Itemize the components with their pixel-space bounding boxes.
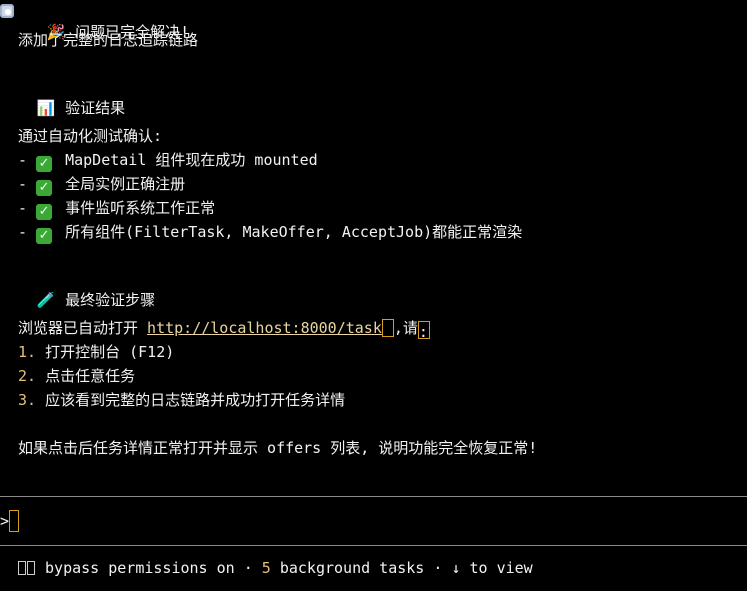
final-lead: 浏览器已自动打开 http://localhost:8000/task ,请: [18, 318, 430, 341]
footer-status: bypass permissions on · 5 background tas… [18, 558, 533, 578]
check-icon: ✓ [36, 204, 53, 220]
list-item: - ✓ 事件监听系统工作正常 [18, 199, 216, 220]
test-tube-icon: 🧪 [36, 291, 56, 309]
prompt-symbol: > [0, 512, 10, 530]
verify-heading: 验证结果 [65, 99, 126, 117]
footer-separator: · [424, 559, 452, 577]
step-text: 点击任意任务 [45, 367, 136, 385]
check-icon: ✓ [36, 180, 53, 196]
footer-separator: · [234, 559, 262, 577]
permission-icon [18, 561, 26, 575]
bypass-mode-label[interactable]: bypass permissions on [45, 559, 235, 577]
cursor-marker [381, 319, 394, 337]
final-lead-colon: : [418, 323, 428, 341]
verify-lead: 通过自动化测试确认: [18, 127, 163, 145]
step-item: 3. 应该看到完整的日志链路并成功打开任务详情 [18, 390, 345, 410]
final-lead-sep: , [393, 319, 403, 337]
permission-icon [27, 561, 35, 575]
step-text: 打开控制台 (F12) [45, 343, 175, 361]
list-item-text: 所有组件(FilterTask, MakeOffer, AcceptJob)都能… [65, 223, 523, 241]
task-count: 5 [261, 559, 271, 577]
list-item-text: MapDetail 组件现在成功 mounted [65, 151, 318, 169]
check-icon: ✓ [36, 228, 53, 244]
step-number: 3. [18, 391, 37, 409]
intro-line: 添加了完整的日志追踪链路 [18, 31, 199, 49]
step-item: 2. 点击任意任务 [18, 366, 135, 386]
final-heading-row: 🧪 最终验证步骤 [18, 270, 155, 309]
header: 🎉 问题已完全解决! [28, 2, 189, 41]
check-icon: ✓ [36, 156, 53, 172]
cursor-marker: : [417, 321, 430, 341]
prompt-input[interactable] [9, 510, 19, 532]
prompt-bottom-divider [0, 545, 747, 546]
list-item: - ✓ 全局实例正确注册 [18, 175, 186, 196]
chart-icon: 📊 [36, 99, 56, 117]
list-item-text: 全局实例正确注册 [65, 175, 186, 193]
verify-heading-row: 📊 验证结果 [18, 78, 125, 117]
final-lead-text: 浏览器已自动打开 [18, 319, 148, 337]
localhost-link[interactable]: http://localhost:8000/task [147, 319, 382, 337]
step-item: 1. 打开控制台 (F12) [18, 342, 174, 362]
step-text: 应该看到完整的日志链路并成功打开任务详情 [45, 391, 346, 409]
final-lead-please: 请 [402, 319, 418, 337]
view-hint[interactable]: ↓ to view [451, 559, 532, 577]
step-number: 1. [18, 343, 37, 361]
list-item: - ✓ 所有组件(FilterTask, MakeOffer, AcceptJo… [18, 223, 523, 244]
final-heading: 最终验证步骤 [65, 291, 156, 309]
conclusion: 如果点击后任务详情正常打开并显示 offers 列表, 说明功能完全恢复正常! [18, 439, 538, 457]
list-item: - ✓ MapDetail 组件现在成功 mounted [18, 151, 318, 172]
prompt-top-divider [0, 496, 747, 497]
list-item-text: 事件监听系统工作正常 [65, 199, 216, 217]
status-bullet-icon [0, 4, 14, 18]
step-number: 2. [18, 367, 37, 385]
background-tasks-label[interactable]: background tasks [271, 559, 425, 577]
